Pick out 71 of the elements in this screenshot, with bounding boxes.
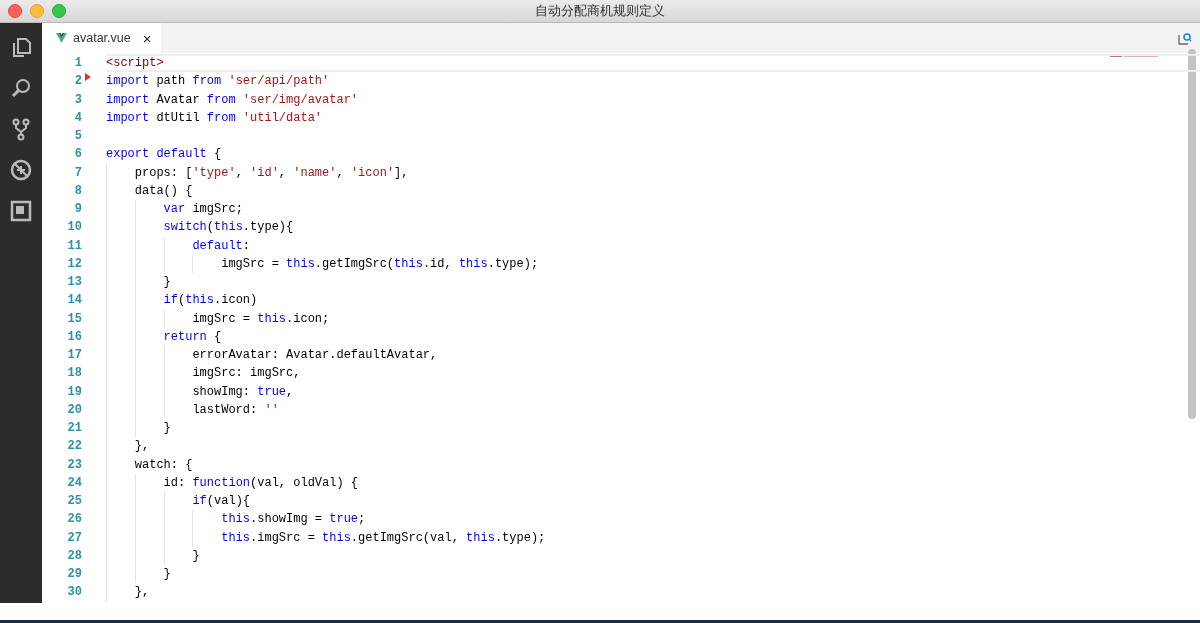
line-number: 10	[66, 220, 82, 235]
code-line: data() {	[133, 183, 193, 198]
code-line: props: ['type', 'id', 'name', 'icon'],	[133, 165, 409, 180]
extensions-icon[interactable]	[9, 199, 33, 223]
change-marker-icon	[85, 73, 91, 82]
line-number: 28	[66, 548, 82, 563]
code-line: imgSrc = this.icon;	[191, 311, 330, 326]
debug-icon[interactable]	[9, 158, 33, 182]
line-number: 24	[66, 475, 82, 490]
code-line: <script>	[106, 56, 164, 71]
vue-logo-icon	[56, 33, 67, 43]
line-number: 20	[66, 402, 82, 417]
line-number: 17	[66, 348, 82, 363]
line-number: 3	[73, 92, 82, 107]
code-line: default:	[191, 238, 251, 253]
line-number: 15	[66, 311, 82, 326]
code-line: }	[162, 567, 171, 582]
open-preview-icon[interactable]	[1178, 31, 1192, 45]
line-number: 25	[66, 494, 82, 509]
line-number: 2	[73, 74, 82, 89]
line-number: 7	[73, 165, 82, 180]
line-number: 1	[73, 56, 82, 71]
line-number: 30	[66, 585, 82, 600]
line-number: 13	[66, 275, 82, 290]
line-number: 23	[66, 457, 82, 472]
line-number: 16	[66, 329, 82, 344]
code-line: if(val){	[191, 494, 251, 509]
window-title: 自动分配商机规则定义	[535, 3, 665, 18]
code-line: lastWord: ''	[191, 402, 279, 417]
code-line: }	[191, 548, 200, 563]
code-line: import dtUtil from 'util/data'	[106, 110, 323, 125]
code-line: id: function(val, oldVal) {	[162, 475, 359, 490]
code-line: }	[162, 421, 171, 436]
code-line: import Avatar from 'ser/img/avatar'	[106, 92, 359, 107]
code-line: watch: {	[133, 457, 193, 472]
code-line: switch(this.type){	[162, 220, 294, 235]
code-line: return {	[162, 329, 222, 344]
line-number: 14	[66, 293, 82, 308]
search-icon[interactable]	[9, 76, 33, 100]
line-number: 5	[73, 129, 82, 144]
code-line: }	[162, 275, 171, 290]
line-number: 8	[73, 183, 82, 198]
line-number: 9	[73, 202, 82, 217]
code-line: var imgSrc;	[162, 202, 243, 217]
code-line: },	[133, 439, 150, 454]
code-line: export default {	[106, 147, 222, 162]
line-number: 27	[66, 530, 82, 545]
code-line: showImg: true,	[191, 384, 294, 399]
line-number: 4	[73, 110, 82, 125]
scrollbar-thumb[interactable]	[1188, 49, 1196, 419]
code-line: errorAvatar: Avatar.defaultAvatar,	[191, 348, 438, 363]
code-line: this.imgSrc = this.getImgSrc(val, this.type);	[220, 530, 546, 545]
close-tab-button[interactable]: ×	[142, 29, 152, 47]
line-number: 26	[66, 512, 82, 527]
minimap-drawing	[1110, 55, 1160, 58]
code-line: this.showImg = true;	[220, 512, 366, 527]
code-line: imgSrc = this.getImgSrc(this.id, this.type);	[220, 256, 539, 271]
line-number: 11	[66, 238, 82, 253]
code-line: imgSrc: imgSrc,	[191, 366, 301, 381]
file-tab[interactable]: avatar.vue ×	[42, 23, 162, 53]
code-line: },	[133, 585, 150, 600]
line-number: 6	[73, 147, 82, 162]
code-line: import path from 'ser/api/path'	[106, 74, 330, 89]
line-number: 21	[66, 421, 82, 436]
code-line: if(this.icon)	[162, 293, 258, 308]
line-number: 18	[66, 366, 82, 381]
line-number: 22	[66, 439, 82, 454]
line-number: 12	[66, 256, 82, 271]
close-button[interactable]	[8, 4, 22, 18]
line-number: 29	[66, 567, 82, 582]
line-number: 19	[66, 384, 82, 399]
